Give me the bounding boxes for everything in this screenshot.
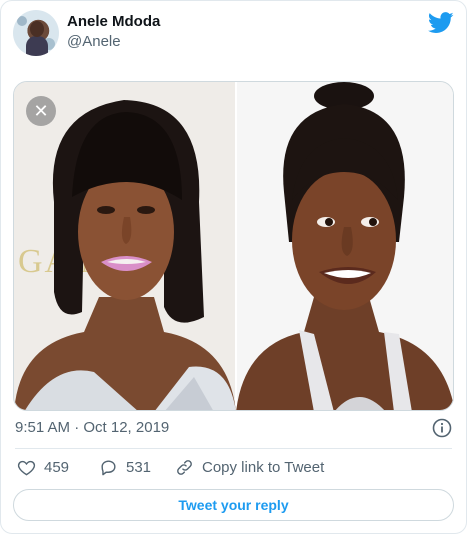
author-name[interactable]: Anele Mdoda	[67, 13, 160, 30]
close-icon[interactable]: ✕	[26, 96, 56, 126]
tweet-card: Anele Mdoda @Anele GA ND.	[0, 0, 467, 534]
link-icon	[177, 460, 192, 475]
reply-icon	[101, 460, 116, 476]
like-action[interactable]: 459	[17, 458, 69, 477]
reply-count: 531	[126, 459, 152, 476]
copy-link-action[interactable]: Copy link to Tweet	[175, 458, 324, 477]
heart-icon	[17, 460, 36, 476]
tweet-your-reply-button[interactable]: Tweet your reply	[13, 489, 454, 521]
reply-action[interactable]: 531	[99, 458, 151, 477]
photo-illustration: GA ND.	[14, 82, 453, 410]
tweet-actions: 459 531 Copy link to Tweet	[17, 458, 452, 482]
copy-link-label: Copy link to Tweet	[202, 459, 325, 476]
twitter-bird-icon[interactable]	[428, 12, 454, 34]
tweet-image[interactable]: GA ND.	[13, 81, 454, 411]
tweet-timestamp[interactable]: 9:51 AM · Oct 12, 2019	[15, 419, 169, 436]
like-count: 459	[44, 459, 70, 476]
avatar[interactable]	[13, 10, 59, 56]
author-handle[interactable]: @Anele	[67, 33, 121, 50]
tweet-header: Anele Mdoda @Anele	[13, 10, 454, 58]
info-icon[interactable]	[432, 418, 452, 438]
divider	[15, 448, 452, 449]
